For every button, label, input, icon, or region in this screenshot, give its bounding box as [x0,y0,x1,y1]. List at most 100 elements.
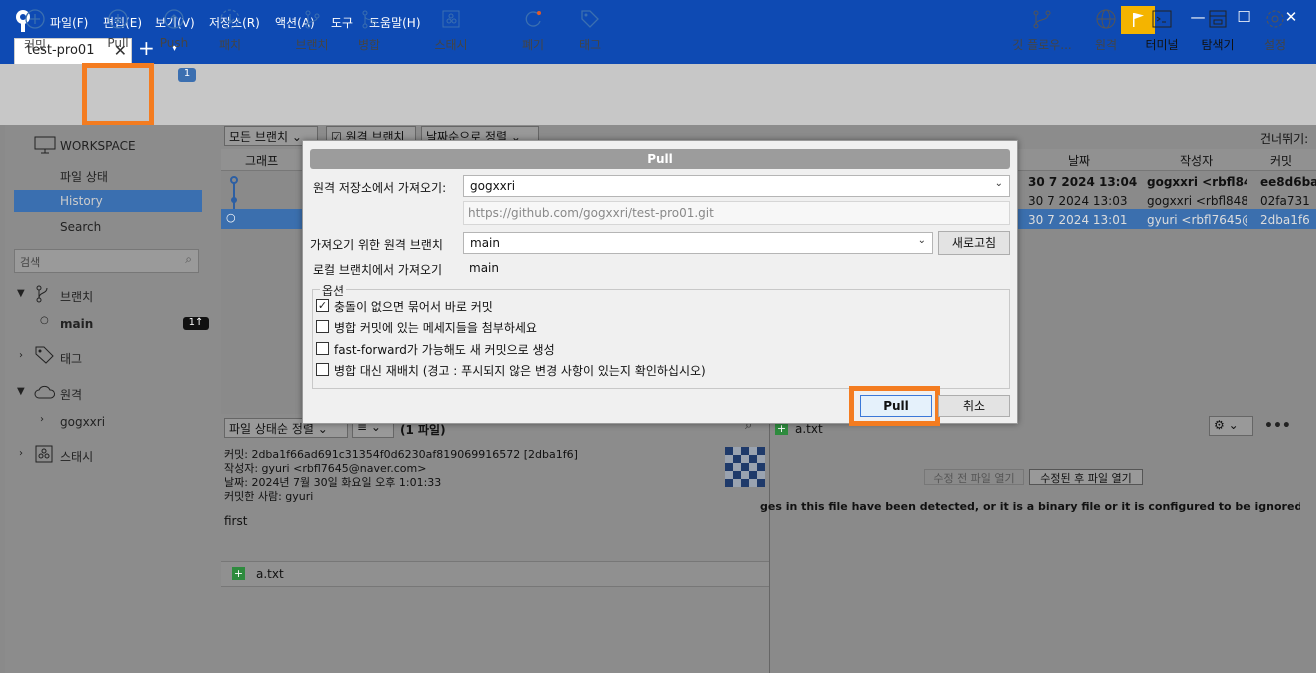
row-author: gogxxri <rbfl8484 [1147,194,1247,208]
col-graph[interactable]: 그래프 [245,152,278,169]
sidebar-item-history-selected[interactable] [14,190,202,212]
explorer-button[interactable]: 탐색기 [1188,8,1248,53]
remotes-label[interactable]: 원격 [60,386,82,403]
file-name: a.txt [256,567,284,581]
skip-label: 건너뛰기: [1260,132,1309,146]
branch-main[interactable]: main [60,317,93,331]
pull-label: Pull [107,36,129,50]
fetch-icon [220,9,240,29]
fetch-label: 패치 [218,38,242,52]
option-checkbox[interactable] [316,363,329,376]
option-label[interactable]: 병합 커밋에 있는 메세지들을 첨부하세요 [334,319,537,336]
col-commit[interactable]: 커밋 [1270,152,1292,169]
git-flow-button[interactable]: 깃 플로우... [1005,8,1079,53]
more-options-icon[interactable]: ••• [1264,418,1291,434]
settings-button[interactable]: 설정 [1245,8,1305,53]
open-before-button[interactable]: 수정 전 파일 열기 [924,469,1024,485]
gear-icon [1266,10,1284,28]
discard-icon [525,11,541,27]
remote-label: 원격 저장소에서 가져오기: [313,181,447,195]
pull-button-highlight-box [849,386,940,426]
push-label: Push [159,36,189,50]
plus-circle-icon [25,9,45,29]
search-icon: ⌕ [185,252,192,266]
discard-button[interactable]: 폐기 [503,8,563,53]
terminal-button[interactable]: 터미널 [1132,8,1192,53]
stash-label[interactable]: 스태시 [60,448,93,465]
chevron-right-icon[interactable]: › [19,448,23,459]
option-checkbox[interactable]: ✓ [316,299,329,312]
tags-label[interactable]: 태그 [60,350,82,367]
push-count-badge: 1 [178,68,196,82]
diff-file-name: a.txt [795,422,823,436]
remote-label: 원격 [1094,38,1118,52]
stash-label: 스태시 [434,38,468,52]
dialog-title: Pull [310,149,1010,169]
chevron-right-icon[interactable]: › [19,350,23,361]
refresh-button[interactable]: 새로고침 [938,231,1010,255]
open-after-button[interactable]: 수정된 후 파일 열기 [1029,469,1143,485]
remote-button[interactable]: 원격 [1076,8,1136,53]
row-commit: 02fa731 [1260,194,1310,208]
commit-label: 커밋 [23,38,47,52]
cancel-button[interactable]: 취소 [938,395,1010,417]
sidebar-search-input[interactable]: 검색 ⌕ [14,249,199,273]
commit-button[interactable]: 커밋 [5,8,65,53]
avatar [725,446,765,488]
row-date: 30 7 2024 13:03 [1028,194,1128,208]
option-label[interactable]: fast-forward가 가능해도 새 커밋으로 생성 [334,341,555,358]
tag-button[interactable]: 태그 [560,8,620,53]
row-commit: ee8d6ba [1260,175,1316,189]
option-checkbox[interactable] [316,320,329,333]
file-row[interactable] [221,561,769,587]
pull-highlight-box [82,63,154,126]
option-label[interactable]: 병합 대신 재배치 (경고 : 푸시되지 않은 변경 사항이 있는지 확인하십시… [334,362,706,379]
branch-icon [305,10,320,29]
terminal-label: 터미널 [1145,38,1179,52]
chevron-down-icon[interactable]: ▼ [17,386,25,397]
pull-down-arrow-icon [108,9,128,29]
table-row[interactable] [221,172,301,209]
option-checkbox[interactable] [316,342,329,355]
commit-dot-icon: ○ [226,211,236,224]
branch-label: 브랜치 [295,38,329,52]
file-added-icon: + [232,567,245,580]
current-branch-dot-icon: ○ [40,315,49,326]
gear-icon: ⚙ [1214,418,1225,432]
row-date: 30 7 2024 13:04 [1028,175,1138,189]
sidebar-item-file-status[interactable]: 파일 상태 [60,168,108,185]
remote-branch-value: main [470,236,500,250]
remote-branch-select[interactable]: main ⌄ [463,232,933,254]
monitor-icon [34,136,56,157]
chevron-down-icon[interactable]: ▼ [17,288,25,299]
remote-select[interactable]: gogxxri ⌄ [463,175,1010,197]
diff-panel [769,414,1316,673]
chevron-down-icon: ⌄ [994,178,1003,189]
discard-label: 폐기 [521,38,545,52]
chevron-right-icon[interactable]: › [40,414,44,425]
remote-url-field: https://github.com/gogxxri/test-pro01.gi… [463,201,1010,225]
remote-url: https://github.com/gogxxri/test-pro01.gi… [468,206,714,220]
diff-settings-dropdown[interactable]: ⚙ ⌄ [1209,416,1253,436]
pull-button[interactable]: Pull [88,8,148,50]
sidebar-item-history[interactable]: History [60,194,103,208]
explorer-icon [1209,10,1227,28]
commit-message: first [224,514,248,528]
row-author: gyuri <rbfl7645@n [1147,213,1247,227]
fetch-button[interactable]: 패치 [200,8,260,53]
chevron-down-icon: ⌄ [917,235,926,246]
stash-button[interactable]: 스태시 [421,8,481,53]
col-date[interactable]: 날짜 [1068,152,1090,169]
branches-label[interactable]: 브랜치 [60,288,93,305]
col-author[interactable]: 작성자 [1180,152,1213,169]
sidebar-item-search[interactable]: Search [60,220,101,234]
push-button[interactable]: Push [144,8,204,50]
branch-button[interactable]: 브랜치 [282,8,342,53]
option-label[interactable]: 충돌이 없으면 묶어서 바로 커밋 [334,298,493,315]
remote-gogxxri[interactable]: gogxxri [60,415,105,429]
merge-button[interactable]: 병합 [339,8,399,53]
tag-icon [34,345,56,368]
push-up-arrow-icon [164,9,184,29]
local-branch-value: main [469,261,499,275]
ahead-badge: 1↑ [183,317,209,330]
